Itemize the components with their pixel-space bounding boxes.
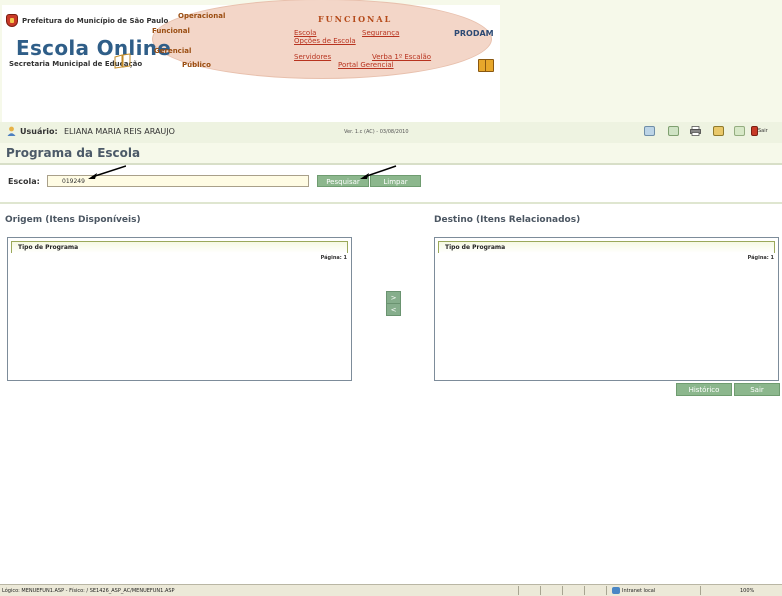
menu-gerencial[interactable]: Gerencial — [154, 47, 191, 55]
menu-publico[interactable]: Público — [182, 61, 211, 69]
link-opcoes-escola[interactable]: Opções de Escola — [294, 37, 356, 45]
escola-label: Escola: — [8, 177, 40, 186]
folder-icon[interactable] — [713, 126, 724, 136]
destino-title: Destino (Itens Relacionados) — [434, 215, 581, 225]
link-verba[interactable]: Verba 1º Escalão — [372, 53, 431, 61]
status-divider — [606, 586, 607, 595]
intranet-zone-icon — [612, 587, 620, 594]
version-text: Ver. 1.c (AC) - 03/08/2010 — [344, 129, 409, 135]
app-logo-text: Escola Online — [16, 36, 172, 60]
divider — [0, 202, 782, 204]
status-path-text: Lógico: MENUEFUN1.ASP - Físico: / SE1426… — [2, 588, 175, 594]
open-book-icon — [114, 53, 131, 69]
origem-pagina: Página: 1 — [320, 255, 347, 261]
destino-list[interactable]: Tipo de Programa Página: 1 — [434, 237, 779, 381]
annotation-arrow — [360, 165, 397, 179]
sair-link[interactable]: Sair — [758, 128, 768, 134]
origem-list[interactable]: Tipo de Programa Página: 1 — [7, 237, 352, 381]
app-banner: Prefeitura do Município de São Paulo Esc… — [2, 0, 500, 122]
status-divider — [562, 586, 563, 595]
help-icon[interactable] — [734, 126, 745, 136]
user-label: Usuário: — [20, 127, 58, 136]
user-name: ELIANA MARIA REIS ARAUJO — [64, 127, 175, 136]
city-crest-icon — [6, 14, 18, 27]
link-seguranca[interactable]: Segurança — [362, 29, 399, 37]
zoom-level[interactable]: 100% — [740, 588, 754, 594]
zone-text: Intranet local — [622, 588, 656, 594]
origem-column-header: Tipo de Programa — [11, 241, 348, 253]
move-left-button[interactable]: < — [386, 303, 401, 316]
exit-icon[interactable] — [751, 126, 758, 136]
annotation-arrow — [88, 165, 126, 179]
menu-operacional[interactable]: Operacional — [178, 12, 225, 20]
sair-button[interactable]: Sair — [734, 383, 780, 396]
destino-column-header: Tipo de Programa — [438, 241, 775, 253]
historico-button[interactable]: Histórico — [676, 383, 732, 396]
page-title: Programa da Escola — [6, 146, 141, 160]
origem-title: Origem (Itens Disponíveis) — [5, 215, 141, 225]
manual-book-icon[interactable] — [478, 59, 494, 72]
link-portal-gerencial[interactable]: Portal Gerencial — [338, 61, 394, 69]
status-divider — [540, 586, 541, 595]
status-divider — [584, 586, 585, 595]
menu-funcional[interactable]: Funcional — [152, 27, 190, 35]
section-title: FUNCIONAL — [318, 14, 393, 24]
status-divider — [518, 586, 519, 595]
search-icon[interactable] — [644, 126, 655, 136]
print-icon[interactable] — [690, 126, 701, 136]
user-icon — [7, 126, 16, 136]
destino-pagina: Página: 1 — [747, 255, 774, 261]
link-servidores[interactable]: Servidores — [294, 53, 331, 61]
prodam-logo-text: PRODAM — [454, 29, 494, 38]
link-escola[interactable]: Escola — [294, 29, 316, 37]
document-icon[interactable] — [668, 126, 679, 136]
prefeitura-text: Prefeitura do Município de São Paulo — [22, 17, 169, 25]
status-divider — [700, 586, 701, 595]
